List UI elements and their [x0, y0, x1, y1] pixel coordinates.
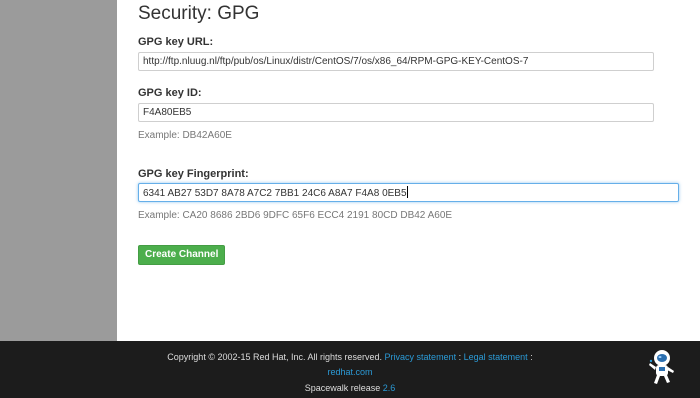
- left-sidebar: [0, 0, 117, 341]
- footer-separator: :: [458, 352, 462, 362]
- copyright-text: Copyright © 2002-15 Red Hat, Inc. All ri…: [167, 352, 383, 362]
- redhat-link[interactable]: redhat.com: [327, 367, 372, 377]
- text-caret: [406, 186, 408, 198]
- gpg-fingerprint-example: Example: CA20 8686 2BD6 9DFC 65F6 ECC4 2…: [138, 210, 453, 221]
- create-channel-button[interactable]: Create Channel: [138, 245, 226, 265]
- gpg-id-input[interactable]: F4A80EB5: [138, 103, 654, 122]
- gpg-fingerprint-value: 6341 AB27 53D7 8A78 A7C2 7BB1 24C6 A8A7 …: [143, 188, 407, 199]
- gpg-id-label: GPG key ID:: [138, 87, 202, 99]
- footer: Copyright © 2002-15 Red Hat, Inc. All ri…: [0, 341, 700, 398]
- page-title: Security: GPG: [138, 3, 260, 24]
- main-content: Security: GPG GPG key URL: http://ftp.nl…: [117, 0, 700, 341]
- legal-statement-link[interactable]: Legal statement: [464, 352, 528, 362]
- privacy-statement-link[interactable]: Privacy statement: [385, 352, 457, 362]
- footer-release-line: Spacewalk release 2.6: [0, 383, 700, 393]
- gpg-url-label: GPG key URL:: [138, 36, 214, 48]
- footer-trailing-separator: :: [530, 352, 533, 362]
- gpg-fingerprint-input[interactable]: 6341 AB27 53D7 8A78 A7C2 7BB1 24C6 A8A7 …: [138, 183, 679, 202]
- gpg-url-value: http://ftp.nluug.nl/ftp/pub/os/Linux/dis…: [143, 56, 529, 67]
- gpg-id-value: F4A80EB5: [143, 107, 192, 118]
- footer-copyright-line: Copyright © 2002-15 Red Hat, Inc. All ri…: [0, 352, 700, 362]
- gpg-fingerprint-label: GPG key Fingerprint:: [138, 168, 249, 180]
- release-version-link[interactable]: 2.6: [383, 383, 396, 393]
- release-text: Spacewalk release: [304, 383, 381, 393]
- gpg-id-example: Example: DB42A60E: [138, 130, 232, 141]
- spacewalk-astronaut-icon: [649, 350, 674, 384]
- gpg-url-input[interactable]: http://ftp.nluug.nl/ftp/pub/os/Linux/dis…: [138, 52, 654, 71]
- footer-redhat-line: redhat.com: [0, 367, 700, 377]
